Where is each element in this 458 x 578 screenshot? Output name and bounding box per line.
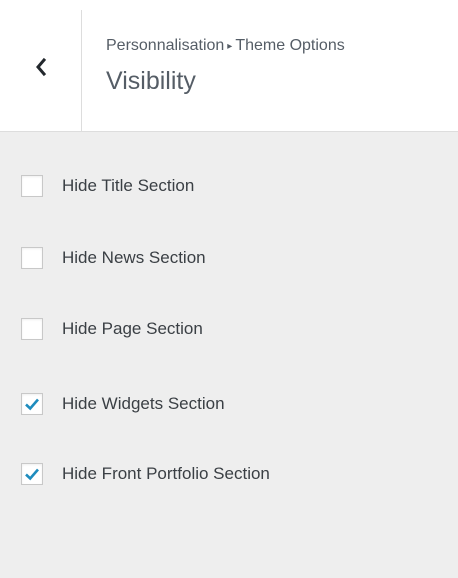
option-hide-widgets-section[interactable]: Hide Widgets Section <box>21 392 225 416</box>
checkbox[interactable] <box>21 175 43 197</box>
breadcrumb-current: Theme Options <box>235 37 345 54</box>
option-hide-title-section[interactable]: Hide Title Section <box>21 174 194 198</box>
breadcrumb: Personnalisation ▸ Theme Options <box>106 34 458 60</box>
option-label: Hide Widgets Section <box>62 394 225 413</box>
option-hide-front-portfolio-section[interactable]: Hide Front Portfolio Section <box>21 462 270 486</box>
checkbox[interactable] <box>21 393 43 415</box>
page-title: Visibility <box>106 67 196 95</box>
checkbox[interactable] <box>21 463 43 485</box>
chevron-left-icon <box>36 57 47 77</box>
checkbox[interactable] <box>21 247 43 269</box>
breadcrumb-separator-icon: ▸ <box>227 41 233 52</box>
breadcrumb-parent: Personnalisation <box>106 37 225 54</box>
back-button[interactable] <box>0 10 82 131</box>
option-label: Hide Page Section <box>62 319 203 338</box>
option-label: Hide Title Section <box>62 176 195 195</box>
option-hide-news-section[interactable]: Hide News Section <box>21 246 206 270</box>
checkbox[interactable] <box>21 318 43 340</box>
option-hide-page-section[interactable]: Hide Page Section <box>21 317 203 341</box>
checkmark-icon <box>25 398 39 411</box>
option-label: Hide Front Portfolio Section <box>62 464 270 483</box>
option-label: Hide News Section <box>62 248 206 267</box>
header-title-block: Personnalisation ▸ Theme Options Visibilit… <box>106 34 458 98</box>
panel-header: Personnalisation ▸ Theme Options Visibilit… <box>0 0 458 132</box>
checkmark-icon <box>25 468 39 481</box>
